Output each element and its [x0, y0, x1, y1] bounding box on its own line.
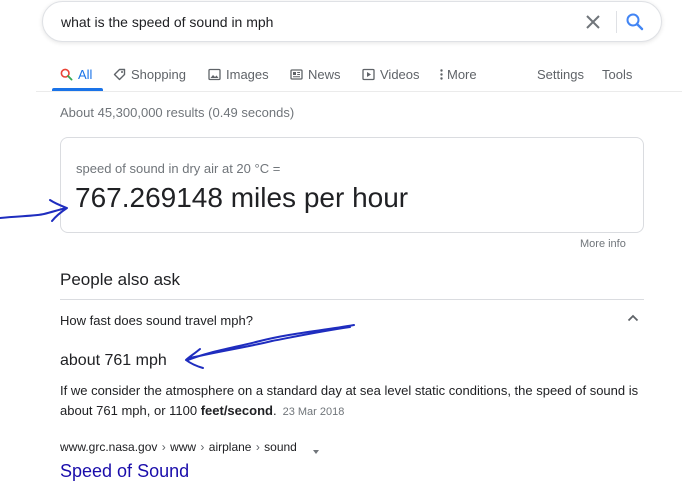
featured-answer: about 761 mph: [60, 352, 167, 369]
cite-separator: ›: [161, 440, 166, 454]
chevron-up-icon[interactable]: [626, 311, 640, 325]
search-icon[interactable]: [625, 12, 645, 32]
cite-path-1: www: [170, 440, 197, 454]
answer-snippet-bold: feet/second: [200, 403, 273, 418]
search-bar[interactable]: what is the speed of sound in mph: [42, 1, 662, 42]
unit-converter-card: speed of sound in dry air at 20 °C = 767…: [60, 137, 644, 233]
tab-videos-label: Videos: [380, 66, 420, 82]
tab-more[interactable]: More: [439, 64, 477, 84]
tab-shopping-label: Shopping: [131, 66, 186, 82]
more-vert-icon: [440, 68, 443, 80]
search-tabs: All Shopping Images News Videos More Set…: [0, 58, 682, 92]
search-input[interactable]: what is the speed of sound in mph: [61, 14, 273, 30]
tab-images[interactable]: Images: [208, 64, 269, 84]
answer-snippet: If we consider the atmosphere on a stand…: [60, 381, 650, 422]
answer-date: 23 Mar 2018: [282, 406, 345, 418]
annotation-arrow-result: [0, 199, 68, 222]
settings-link[interactable]: Settings: [537, 64, 584, 84]
cite-domain: www.grc.nasa.gov: [60, 440, 158, 454]
search-icon: [60, 68, 73, 80]
tools-link[interactable]: Tools: [602, 64, 632, 84]
cite-path-2: airplane: [208, 440, 252, 454]
answer-snippet-text: If we consider the atmosphere on a stand…: [60, 383, 639, 418]
tabs-divider: [36, 91, 682, 92]
answer-snippet-end: .: [272, 403, 277, 418]
tab-videos[interactable]: Videos: [362, 64, 420, 84]
paa-divider: [60, 299, 644, 300]
result-cite: www.grc.nasa.gov › www › airplane › soun…: [60, 440, 319, 454]
tab-news-label: News: [308, 66, 341, 82]
tab-all[interactable]: All: [60, 64, 92, 84]
result-stats: About 45,300,000 results (0.49 seconds): [60, 105, 295, 120]
caret-down-icon[interactable]: [313, 450, 319, 454]
people-also-ask-heading: People also ask: [60, 270, 181, 289]
conversion-label: speed of sound in dry air at 20 °C =: [76, 161, 281, 176]
cite-path-3: sound: [264, 440, 297, 454]
tab-news[interactable]: News: [290, 64, 341, 84]
tab-all-label: All: [78, 66, 93, 82]
close-icon[interactable]: [584, 13, 602, 31]
news-icon: [290, 68, 303, 80]
conversion-result: 767.269148 miles per hour: [75, 182, 409, 213]
cite-separator: ›: [200, 440, 205, 454]
more-info-link[interactable]: More info: [580, 238, 626, 250]
annotation-arrow-answer: [185, 324, 355, 369]
tools-label: Tools: [602, 66, 633, 82]
tab-shopping[interactable]: Shopping: [113, 64, 186, 84]
result-title-link[interactable]: Speed of Sound: [60, 461, 189, 482]
cite-separator: ›: [255, 440, 260, 454]
image-icon: [208, 68, 221, 80]
settings-label: Settings: [537, 66, 584, 82]
paa-question[interactable]: How fast does sound travel mph?: [60, 313, 253, 328]
play-icon: [362, 68, 375, 80]
tag-icon: [113, 68, 126, 80]
tab-images-label: Images: [226, 66, 269, 82]
tab-more-label: More: [447, 66, 477, 82]
search-bar-divider: [616, 11, 617, 33]
